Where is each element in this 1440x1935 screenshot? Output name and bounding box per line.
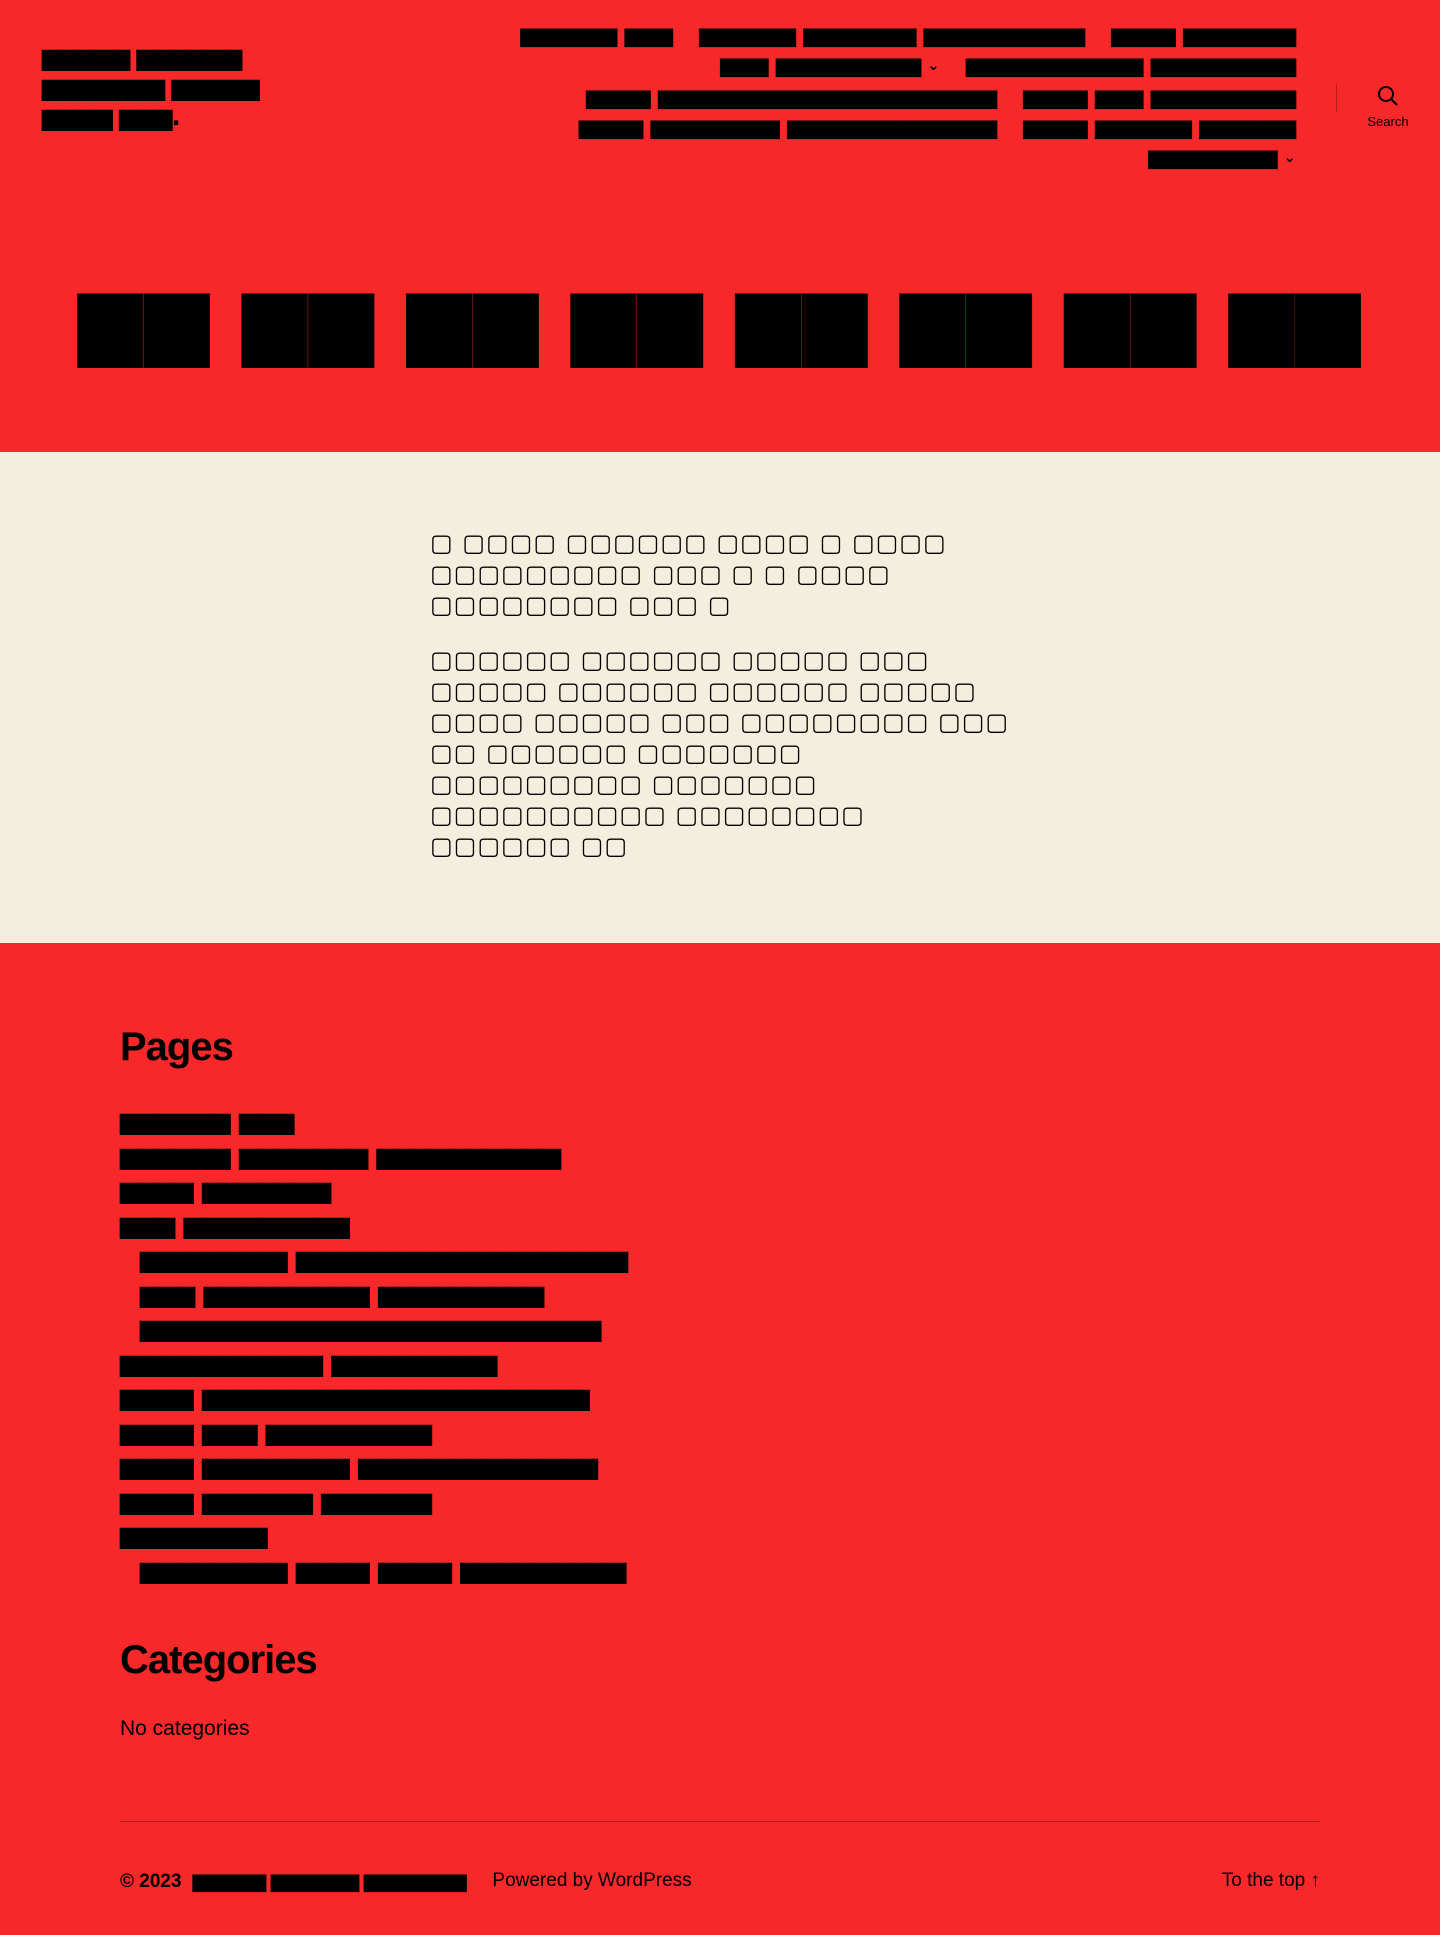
nav-item-label: ▆▆▆▆ ▆▆▆▆▆▆▆ [1111,23,1296,47]
pages-widget: Pages ▆▆▆▆▆▆ ▆▆▆ ▆▆▆▆▆▆ ▆▆▆▆▆▆▆ ▆▆▆▆▆▆▆▆▆… [120,1020,1320,1587]
page-link[interactable]: ▆▆▆▆ ▆▆▆▆▆▆▆ [120,1173,1320,1208]
nav-item-label: ▆▆▆▆ ▆▆▆▆▆▆▆▆ ▆▆▆▆▆▆▆▆▆▆▆▆▆ [578,115,997,139]
page-link[interactable]: ▆▆▆▆▆▆▆▆ ▆▆▆▆▆▆▆▆▆▆▆▆▆▆▆▆▆▆ [120,1242,1320,1277]
nav-item[interactable]: ▆▆▆▆ ▆▆▆▆▆▆▆▆▆▆▆▆▆▆▆▆▆▆▆▆▆ [586,84,997,110]
page-link[interactable]: ▆▆▆▆▆▆▆▆▆▆▆ ▆▆▆▆▆▆▆▆▆ [120,1346,1320,1381]
nav-item[interactable]: ▆▆▆▆ ▆▆▆ ▆▆▆▆▆▆▆▆▆ [1023,84,1296,110]
page-link[interactable]: ▆▆▆ ▆▆▆▆▆▆▆▆▆ [120,1208,1320,1243]
chevron-down-icon[interactable]: ⌄ [927,52,940,78]
footer-widgets: Pages ▆▆▆▆▆▆ ▆▆▆ ▆▆▆▆▆▆ ▆▆▆▆▆▆▆ ▆▆▆▆▆▆▆▆▆… [120,1020,1320,1741]
nav-item-label: ▆▆▆▆ ▆▆▆ ▆▆▆▆▆▆▆▆▆ [1022,85,1296,109]
site-header: ▆▆▆▆▆ ▆▆▆▆▆▆ ▆▆▆▆▆▆▆ ▆▆▆▆▆ ▆▆▆▆ ▆▆▆. ▆▆▆… [0,0,1440,452]
paragraph: ▢▢▢▢▢▢ ▢▢▢▢▢▢ ▢▢▢▢▢ ▢▢▢ ▢▢▢▢▢ ▢▢▢▢▢▢ ▢▢▢… [430,646,1010,860]
nav-item-label: ▆▆▆▆▆▆▆▆ [1148,145,1278,169]
page-link[interactable]: ▆▆▆ ▆▆▆▆▆▆▆▆▆ ▆▆▆▆▆▆▆▆▆ [120,1277,1320,1312]
page-link[interactable]: ▆▆▆▆ ▆▆▆▆▆▆▆▆▆▆▆▆▆▆▆▆▆▆▆▆▆ [120,1380,1320,1415]
chevron-down-icon[interactable]: ⌄ [1283,144,1296,170]
nav-item-label: ▆▆▆▆▆▆ ▆▆▆ [520,23,673,47]
nav-item[interactable]: ▆▆▆ ▆▆▆▆▆▆▆▆▆ ⌄ [720,52,940,80]
paragraph: ▢ ▢▢▢▢ ▢▢▢▢▢▢ ▢▢▢▢ ▢ ▢▢▢▢ ▢▢▢▢▢▢▢▢▢ ▢▢▢ … [430,529,947,619]
nav-item[interactable]: ▆▆▆▆▆▆ ▆▆▆▆▆▆▆ ▆▆▆▆▆▆▆▆▆▆ [699,22,1085,48]
nav-item[interactable]: ▆▆▆▆ ▆▆▆▆▆▆▆▆ ▆▆▆▆▆▆▆▆▆▆▆▆▆ [579,114,997,140]
no-categories-text: No categories [120,1717,250,1740]
search-icon [1364,84,1412,108]
nav-item[interactable]: ▆▆▆▆ ▆▆▆▆▆▆▆ [1111,22,1296,48]
footer-divider [120,1821,1320,1822]
header-divider [1336,84,1337,112]
page-link[interactable]: ▆▆▆▆▆▆▆▆▆▆▆▆▆▆▆▆▆▆▆▆▆▆▆▆▆ [120,1311,1320,1346]
nav-item-label: ▆▆▆▆ ▆▆▆▆▆▆▆▆▆▆▆▆▆▆▆▆▆▆▆▆▆ [585,85,997,109]
pages-list: ▆▆▆▆▆▆ ▆▆▆ ▆▆▆▆▆▆ ▆▆▆▆▆▆▆ ▆▆▆▆▆▆▆▆▆▆ ▆▆▆▆ … [120,1104,1320,1587]
to-the-top-link[interactable]: To the top ↑ [1222,1870,1320,1892]
pages-widget-title: Pages [120,1025,234,1069]
page-link[interactable]: ▆▆▆▆ ▆▆▆▆▆▆▆▆ ▆▆▆▆▆▆▆▆▆▆▆▆▆ [120,1449,1320,1484]
page-link[interactable]: ▆▆▆▆▆▆▆▆ [120,1518,1320,1553]
nav-item-label: ▆▆▆▆ ▆▆▆▆▆▆ ▆▆▆▆▆▆ [1022,115,1296,139]
nav-item[interactable]: ▆▆▆▆▆▆ ▆▆▆ [520,22,673,48]
copyright-site-link[interactable]: ▆▆▆▆▆ ▆▆▆▆▆▆ ▆▆▆▆▆▆▆ [193,1871,467,1892]
primary-nav: ▆▆▆▆▆▆ ▆▆▆ ▆▆▆▆▆▆ ▆▆▆▆▆▆▆ ▆▆▆▆▆▆▆▆▆▆ ▆▆▆▆ … [450,22,1296,172]
nav-item[interactable]: ▆▆▆▆ ▆▆▆▆▆▆ ▆▆▆▆▆▆ [1023,114,1296,140]
search-toggle-button[interactable]: Search [1364,84,1412,129]
page-link[interactable]: ▆▆▆▆▆▆ ▆▆▆ [120,1104,1320,1139]
powered-by-link[interactable]: Powered by WordPress [492,1870,691,1892]
nav-item-label: ▆▆▆ ▆▆▆▆▆▆▆▆▆ [719,53,922,77]
copyright-prefix: © 2023 [120,1870,182,1892]
categories-widget: Categories No categories [120,1633,1320,1741]
nav-item[interactable]: ▆▆▆▆▆▆▆▆▆▆▆ ▆▆▆▆▆▆▆▆▆ [966,52,1296,80]
entry-content: ▢ ▢▢▢▢ ▢▢▢▢▢▢ ▢▢▢▢ ▢ ▢▢▢▢ ▢▢▢▢▢▢▢▢▢ ▢▢▢ … [430,528,1010,886]
site-title[interactable]: ▆▆▆▆▆ ▆▆▆▆▆▆ ▆▆▆▆▆▆▆ ▆▆▆▆▆ ▆▆▆▆ ▆▆▆. [42,42,332,132]
page-link[interactable]: ▆▆▆▆ ▆▆▆ ▆▆▆▆▆▆▆▆▆ [120,1415,1320,1450]
page-link[interactable]: ▆▆▆▆▆▆▆▆ ▆▆▆▆ ▆▆▆▆ ▆▆▆▆▆▆▆▆▆ [120,1553,1320,1588]
page-link[interactable]: ▆▆▆▆▆▆ ▆▆▆▆▆▆▆ ▆▆▆▆▆▆▆▆▆▆ [120,1139,1320,1174]
nav-item-label: ▆▆▆▆▆▆▆▆▆▆▆ ▆▆▆▆▆▆▆▆▆ [965,53,1296,77]
primary-nav-list: ▆▆▆▆▆▆ ▆▆▆ ▆▆▆▆▆▆ ▆▆▆▆▆▆▆ ▆▆▆▆▆▆▆▆▆▆ ▆▆▆▆ … [450,22,1296,172]
nav-item-label: ▆▆▆▆▆▆ ▆▆▆▆▆▆▆ ▆▆▆▆▆▆▆▆▆▆ [698,23,1086,47]
page-title: ▆▆ ▆▆ ▆▆ ▆▆ ▆▆ ▆▆ ▆▆ ▆▆ [77,269,1363,367]
search-label: Search [1367,114,1409,129]
page-link[interactable]: ▆▆▆▆ ▆▆▆▆▆▆ ▆▆▆▆▆▆ [120,1484,1320,1519]
categories-widget-title: Categories [120,1638,318,1682]
copyright: © 2023 ▆▆▆▆▆ ▆▆▆▆▆▆ ▆▆▆▆▆▆▆ [120,1870,466,1893]
footer-credits: © 2023 ▆▆▆▆▆ ▆▆▆▆▆▆ ▆▆▆▆▆▆▆ Powered by W… [120,1866,1320,1896]
nav-item[interactable]: ▆▆▆▆▆▆▆▆ ⌄ [1148,144,1296,172]
